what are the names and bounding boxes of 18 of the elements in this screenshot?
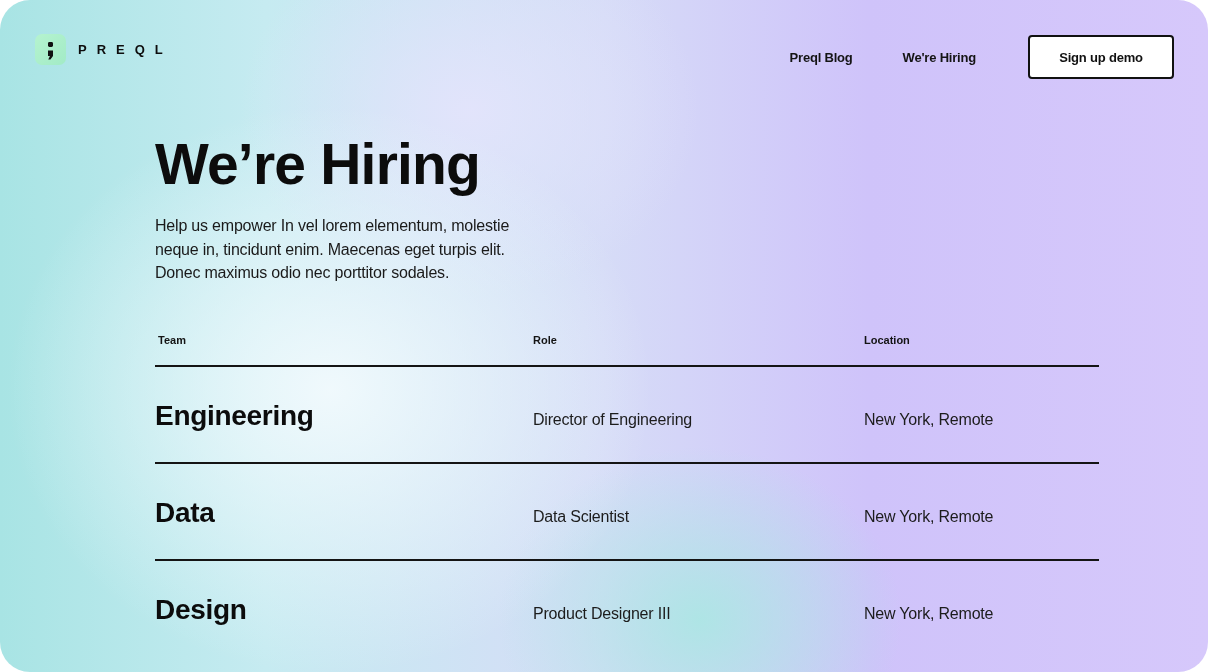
sign-up-demo-button[interactable]: Sign up demo bbox=[1028, 35, 1174, 79]
column-header: Team bbox=[158, 332, 186, 347]
column-header: Role bbox=[533, 332, 557, 347]
semicolon-logo-icon bbox=[35, 34, 66, 65]
column-header: Location bbox=[864, 332, 910, 347]
team-name: Engineering bbox=[155, 398, 314, 433]
intro-paragraph: Help us empower In vel lorem elementum, molestie neque in, tincidunt enim. Maecenas eget turpis elit. Donec maximus odio nec porttitor sodales. bbox=[155, 216, 511, 283]
location-cell: New York, Remote bbox=[864, 603, 994, 624]
role-cell: Product Designer III bbox=[533, 603, 671, 624]
brand-wordmark: PREQL bbox=[78, 41, 173, 58]
location-cell: New York, Remote bbox=[864, 506, 994, 527]
nav-link[interactable]: We're Hiring bbox=[902, 49, 976, 65]
team-name: Design bbox=[155, 592, 247, 627]
nav-link[interactable]: Preql Blog bbox=[789, 49, 853, 65]
role-cell: Data Scientist bbox=[533, 506, 629, 527]
team-name: Data bbox=[155, 495, 215, 530]
role-cell: Director of Engineering bbox=[533, 409, 693, 430]
location-cell: New York, Remote bbox=[864, 409, 994, 430]
